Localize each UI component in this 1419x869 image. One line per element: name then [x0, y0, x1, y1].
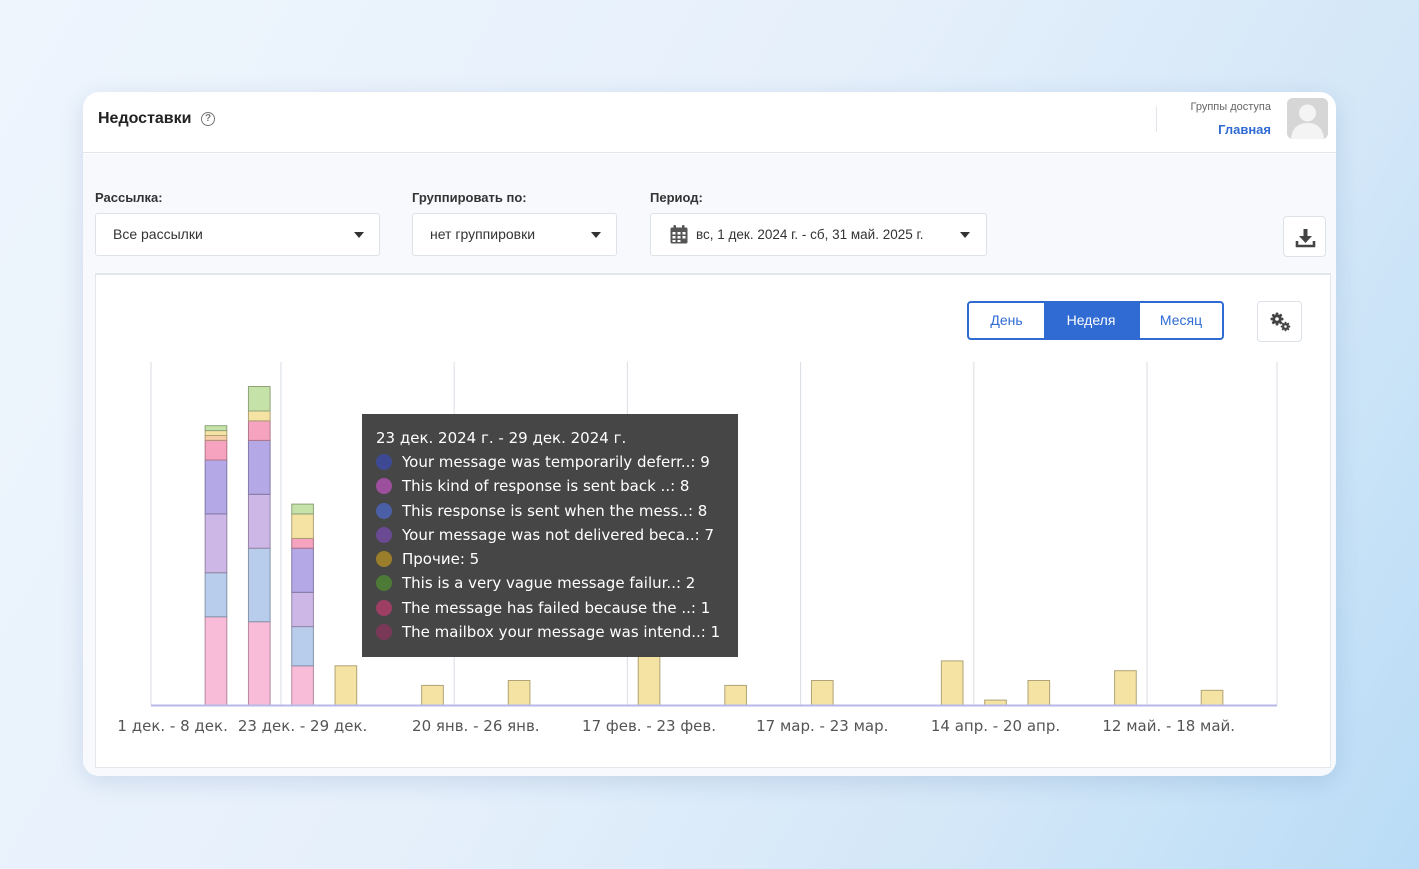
- chart-bar: [247, 410, 271, 422]
- chart-bar: [247, 621, 271, 706]
- legend-dot-icon: [376, 454, 392, 470]
- download-button[interactable]: [1283, 216, 1326, 257]
- mailing-label: Рассылка:: [95, 190, 163, 205]
- legend-dot-icon: [376, 478, 392, 495]
- chevron-down-icon: [960, 232, 970, 238]
- period-select[interactable]: вс, 1 дек. 2024 г. - сб, 31 май. 2025 г.: [650, 213, 987, 256]
- access-groups-link[interactable]: Главная: [1218, 122, 1271, 137]
- tooltip-item-label: The mailbox your message was intend..: 1: [402, 623, 721, 642]
- gears-icon: [1270, 312, 1291, 332]
- tooltip-item-label: Your message was not delivered beca..: 7: [402, 525, 714, 544]
- chart-bar: [291, 626, 314, 667]
- tooltip-item-label: Your message was temporarily deferr..: 9: [402, 453, 710, 471]
- tooltip-item: The mailbox your message was intend..: 1: [376, 620, 738, 644]
- chart-bar: [507, 680, 531, 706]
- chart-bar: [291, 503, 314, 515]
- legend-dot-icon: [376, 599, 392, 616]
- page-title: Недоставки: [98, 110, 192, 127]
- chart-bar: [204, 425, 228, 432]
- period-label: Период:: [650, 190, 703, 205]
- chart-bar: [204, 459, 228, 515]
- group-by-select[interactable]: нет группировки: [412, 213, 617, 256]
- tooltip-item-label: The message has failed because the ..: 1: [402, 598, 711, 617]
- chart-bar: [984, 699, 1007, 706]
- tooltip-item-label: This kind of response is sent back ..: 8: [402, 477, 690, 496]
- chart-panel: 1 дек. - 8 дек. 23 дек. - 29 дек. 20 янв. …: [95, 273, 1331, 768]
- chart-bar: [247, 439, 271, 495]
- tooltip-item: Прочие: 5: [376, 547, 738, 571]
- period-day-button[interactable]: День: [967, 301, 1046, 340]
- tooltip-item-label: Прочие: 5: [402, 550, 480, 569]
- chart-bar: [724, 684, 747, 706]
- tooltip-item: This kind of response is sent back ..: 8: [376, 474, 738, 498]
- period-select-value: вс, 1 дек. 2024 г. - сб, 31 май. 2025 г.: [696, 227, 924, 242]
- calendar-icon: [670, 225, 688, 244]
- tooltip-item: Your message was temporarily deferr..: 9: [376, 450, 738, 474]
- chart-bar: [204, 616, 228, 706]
- chart-bar: [204, 439, 228, 461]
- chart-bar: [1200, 689, 1224, 706]
- header-divider: [1156, 106, 1157, 132]
- x-tick-label: 23 дек. - 29 дек.: [238, 717, 368, 735]
- help-icon[interactable]: ?: [201, 112, 215, 126]
- chart-bar: [247, 386, 271, 412]
- tooltip-item: The message has failed because the ..: 1: [376, 596, 738, 620]
- legend-dot-icon: [376, 575, 392, 592]
- group-by-select-value: нет группировки: [430, 226, 536, 242]
- chart-tooltip: 23 дек. 2024 г. - 29 дек. 2024 г. Your m…: [362, 414, 738, 657]
- chart-bar: [204, 513, 228, 574]
- chart-bar: [291, 547, 314, 593]
- x-tick-label: 1 дек. - 8 дек.: [117, 717, 227, 735]
- chart-bar: [291, 591, 314, 628]
- access-groups-label: Группы доступа: [1190, 101, 1271, 113]
- chart-bar: [637, 655, 661, 706]
- tooltip-item: This is a very vague message failur..: 2: [376, 571, 738, 595]
- chart-bar: [204, 435, 228, 441]
- x-tick-label: 20 янв. - 26 янв.: [412, 717, 540, 735]
- period-week-button[interactable]: Неделя: [1044, 301, 1138, 340]
- chart-bar: [247, 420, 271, 441]
- legend-dot-icon: [376, 624, 392, 641]
- chart-bar: [291, 513, 314, 539]
- chart-bar: [1114, 670, 1137, 706]
- user-avatar-icon: [1287, 98, 1328, 139]
- chart-bar: [204, 572, 228, 618]
- chevron-down-icon: [591, 232, 601, 238]
- mailing-select[interactable]: Все рассылки: [95, 213, 380, 256]
- tooltip-item-label: This is a very vague message failur..: 2: [402, 574, 696, 593]
- chart-bar: [291, 665, 314, 706]
- x-tick-label: 12 май. - 18 май.: [1102, 717, 1235, 735]
- chart-bar: [247, 493, 271, 549]
- avatar[interactable]: [1287, 98, 1328, 139]
- tooltip-title: 23 дек. 2024 г. - 29 дек. 2024 г.: [376, 429, 627, 447]
- content-area: Рассылка: Все рассылки Группировать по: …: [83, 154, 1336, 776]
- undelivered-card: Недоставки ? Группы доступа Главная Расс…: [83, 92, 1336, 776]
- x-tick-label: 14 апр. - 20 апр.: [931, 717, 1060, 735]
- chart-bar: [1027, 680, 1051, 706]
- chart-bar: [421, 684, 444, 706]
- x-tick-label: 17 фев. - 23 фев.: [582, 717, 716, 735]
- legend-dot-icon: [376, 551, 392, 568]
- legend-dot-icon: [376, 526, 392, 543]
- chart-bar: [940, 660, 964, 706]
- x-tick-label: 17 мар. - 23 мар.: [756, 717, 888, 735]
- download-icon: [1295, 229, 1316, 248]
- chevron-down-icon: [354, 232, 364, 238]
- group-by-label: Группировать по:: [412, 190, 527, 205]
- tooltip-item: This response is sent when the mess..: 8: [376, 499, 738, 523]
- chart-bar: [810, 680, 834, 706]
- chart-bar: [334, 665, 358, 706]
- tooltip-item: Your message was not delivered beca..: 7: [376, 523, 738, 547]
- chart-bar: [204, 430, 228, 437]
- card-header: Недоставки ? Группы доступа Главная: [83, 92, 1336, 153]
- legend-dot-icon: [376, 502, 392, 519]
- period-month-button[interactable]: Месяц: [1138, 301, 1224, 340]
- mailing-select-value: Все рассылки: [113, 226, 203, 242]
- chart-settings-button[interactable]: [1257, 301, 1302, 342]
- tooltip-item-label: This response is sent when the mess..: 8: [402, 501, 708, 520]
- chart-bar: [247, 547, 271, 623]
- chart-bar: [291, 537, 314, 549]
